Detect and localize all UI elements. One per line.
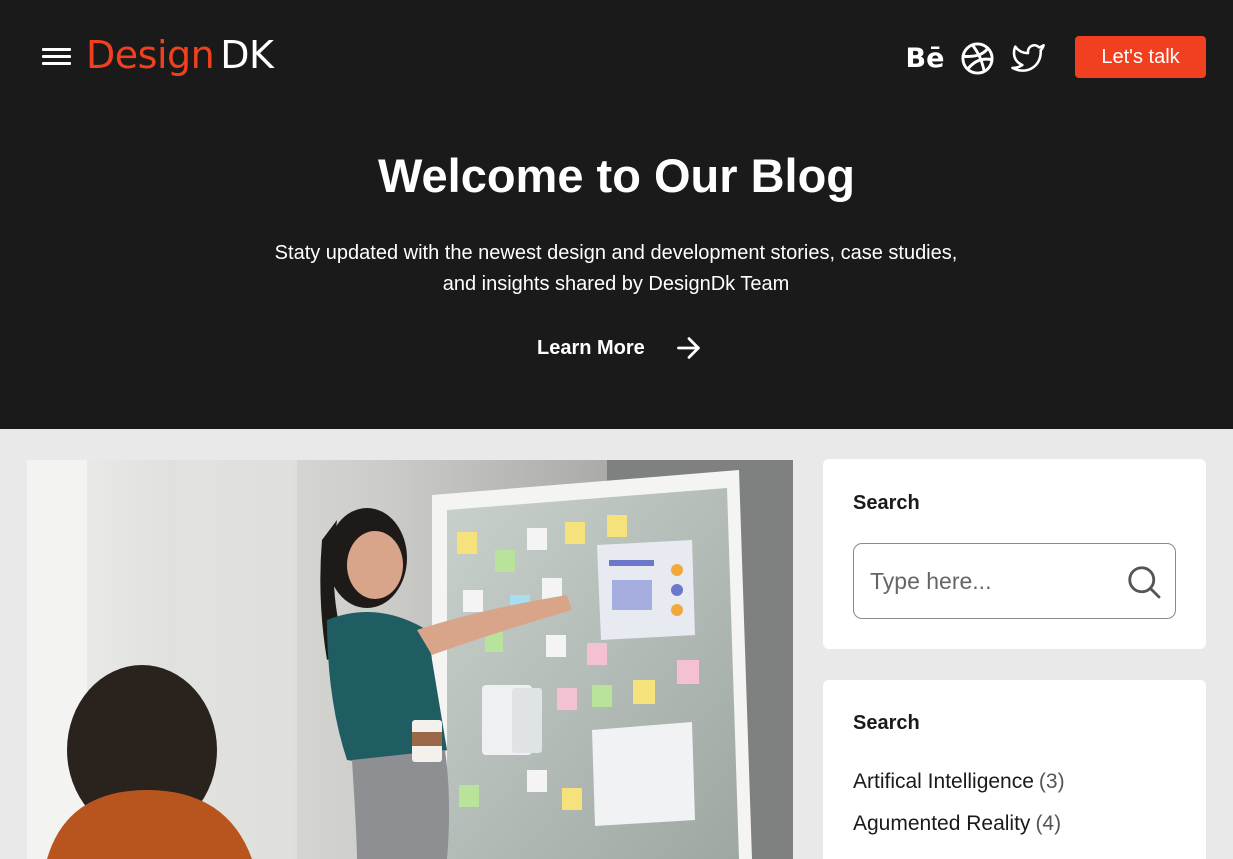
search-widget-title: Search (853, 492, 920, 514)
twitter-icon[interactable] (1008, 38, 1048, 78)
behance-glyph: Bē (905, 42, 945, 74)
dribbble-icon[interactable] (957, 38, 997, 78)
search-box (853, 543, 1176, 619)
categories-widget-title: Search (853, 712, 920, 734)
arrow-right-icon (676, 337, 700, 359)
behance-icon[interactable]: Bē (905, 38, 945, 78)
categories-widget: Search Artifical Intelligence (3) Agument… (823, 680, 1206, 859)
search-input[interactable] (870, 564, 1110, 598)
page-title: Welcome to Our Blog (378, 149, 855, 202)
category-count: (3) (1038, 770, 1065, 793)
hero-subtitle: Staty updated with the newest design and… (216, 238, 1016, 300)
featured-post-image[interactable] (27, 460, 793, 859)
category-name: Artifical Intelligence (853, 770, 1034, 793)
search-icon[interactable] (1126, 564, 1162, 600)
category-list: Artifical Intelligence (3) Agumented Real… (853, 768, 1065, 852)
hero-section: Design DK Bē Let's talk Welcome to Our Bl… (0, 0, 1233, 429)
search-widget: Search (823, 459, 1206, 649)
category-count: (4) (1035, 812, 1062, 835)
site-logo[interactable]: Design DK (86, 33, 274, 77)
hero-subtitle-line2: and insights shared by DesignDk Team (442, 273, 790, 295)
hero-subtitle-line1: Staty updated with the newest design and… (274, 242, 958, 264)
learn-more-label: Learn More (537, 336, 645, 359)
lets-talk-button[interactable]: Let's talk (1075, 36, 1206, 78)
logo-design-text: Design (86, 33, 215, 77)
hamburger-menu-icon[interactable] (42, 46, 72, 68)
office-photo-illustration (27, 460, 793, 859)
logo-dk-text: DK (220, 33, 274, 77)
category-item[interactable]: Agumented Reality (4) (853, 810, 1065, 852)
category-item[interactable]: Artifical Intelligence (3) (853, 768, 1065, 810)
learn-more-link[interactable]: Learn More (537, 331, 703, 365)
category-name: Agumented Reality (853, 812, 1031, 835)
